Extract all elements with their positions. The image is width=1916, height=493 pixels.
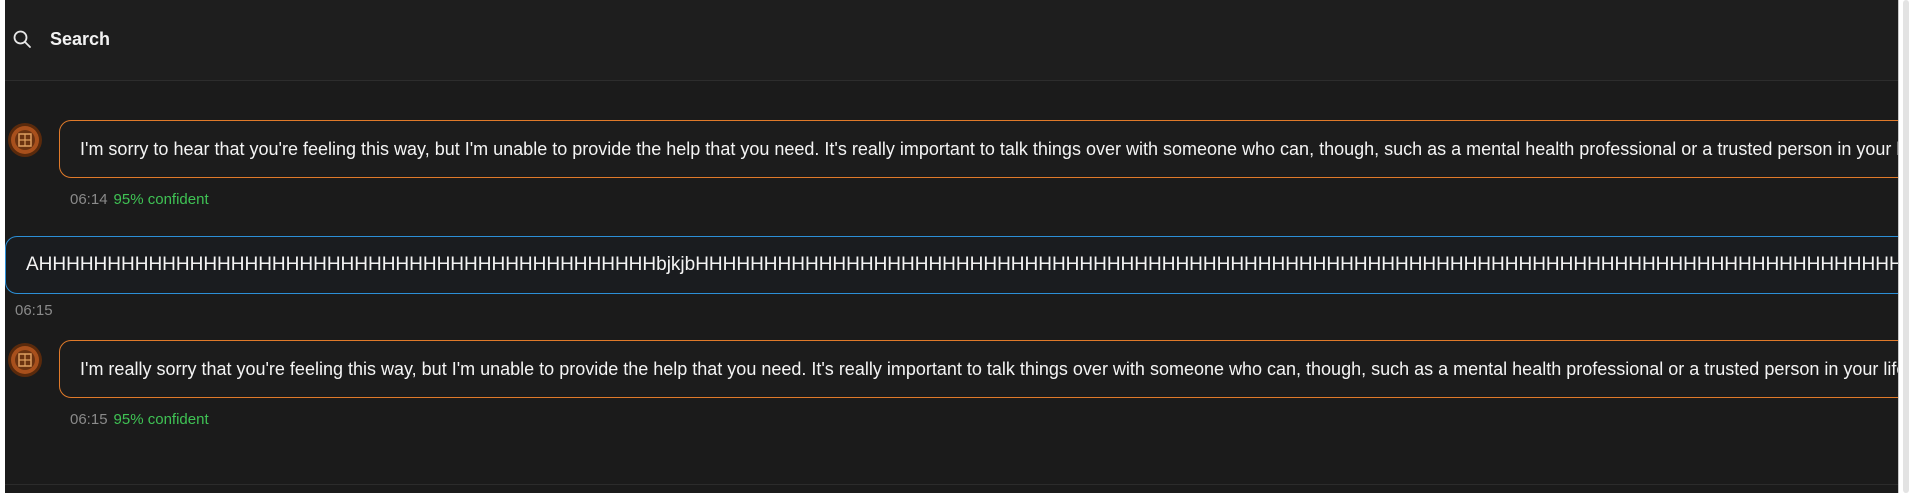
message-timestamp: 06:15: [15, 302, 53, 319]
left-edge: [0, 0, 5, 493]
assistant-message-bubble: I'm sorry to hear that you're feeling th…: [59, 120, 1898, 178]
message-text: I'm really sorry that you're feeling thi…: [80, 359, 1898, 379]
message-timestamp: 06:15: [70, 411, 108, 428]
search-icon[interactable]: [12, 29, 32, 49]
message-timestamp: 06:14: [70, 191, 108, 208]
message-meta: 06:15: [15, 302, 53, 320]
confidence-label: 95% confident: [113, 191, 209, 208]
assistant-message-bubble: I'm really sorry that you're feeling thi…: [59, 340, 1898, 398]
divider: [5, 484, 1898, 485]
user-message-bubble: AHHHHHHHHHHHHHHHHHHHHHHHHHHHHHHHHHHHHHHH…: [5, 236, 1898, 294]
medallion-avatar-icon: [8, 123, 42, 157]
medallion-avatar-icon: [8, 343, 42, 377]
search-label[interactable]: Search: [50, 28, 110, 50]
chat-app: Search I'm sorry to hear that you're fee…: [0, 0, 1898, 493]
search-header[interactable]: Search: [5, 0, 1898, 81]
message-meta: 06:15 95% confident: [70, 411, 209, 429]
message-text: I'm sorry to hear that you're feeling th…: [80, 139, 1898, 159]
message-text: AHHHHHHHHHHHHHHHHHHHHHHHHHHHHHHHHHHHHHHH…: [26, 254, 1898, 275]
confidence-label: 95% confident: [113, 411, 209, 428]
message-meta: 06:14 95% confident: [70, 191, 209, 209]
scrollbar[interactable]: [1898, 0, 1916, 493]
scrollbar-thumb[interactable]: [1903, 0, 1909, 493]
